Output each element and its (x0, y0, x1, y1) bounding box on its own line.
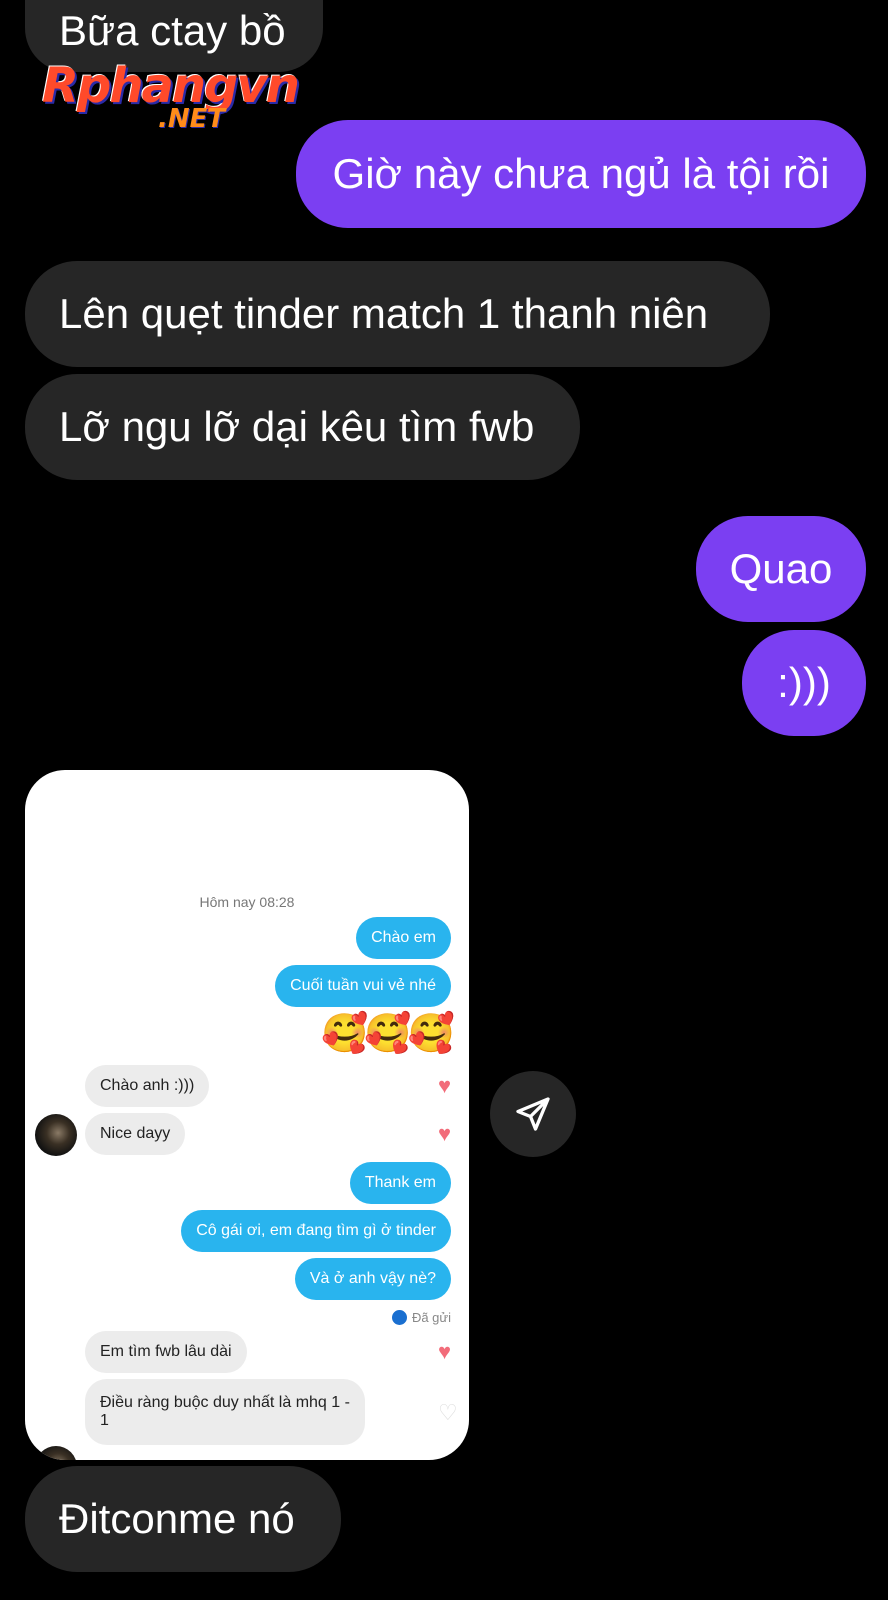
watermark-logo: Rphangvn .NET (42, 58, 300, 134)
sent-message: :))) (742, 630, 866, 736)
avatar (35, 1446, 77, 1460)
received-message: Lỡ ngu lỡ dại kêu tìm fwb (25, 374, 580, 480)
received-message: Đitconme nó (25, 1466, 341, 1572)
sent-message: Quao (696, 516, 866, 622)
heart-icon: ♥ (438, 1073, 452, 1098)
tinder-sent-bubble: Chào em (356, 917, 451, 959)
tinder-received-bubble: Chào anh :))) (85, 1065, 210, 1107)
shared-screenshot[interactable]: Hôm nay 08:28 Chào em Cuối tuần vui vẻ n… (25, 770, 469, 1460)
sent-message: Giờ này chưa ngủ là tội rồi (296, 120, 866, 228)
received-message: Lên quẹt tinder match 1 thanh niên (25, 261, 770, 367)
tinder-sent-bubble: Thank em (349, 1162, 451, 1204)
tinder-sent-bubble: Cuối tuần vui vẻ nhé (275, 965, 451, 1007)
tinder-sent-bubble: Cô gái ơi, em đang tìm gì ở tinder (181, 1210, 451, 1252)
heart-icon: ♥ (438, 1339, 452, 1364)
chat-timestamp: Hôm nay 08:28 (199, 894, 295, 910)
delivery-status: Đã gửi (391, 1310, 451, 1325)
check-icon (391, 1310, 407, 1325)
paper-plane-icon (516, 1097, 550, 1131)
share-button[interactable] (490, 1071, 576, 1157)
tinder-received-bubble: Em tìm fwb lâu dài (85, 1331, 247, 1373)
avatar (35, 1114, 77, 1156)
emoji-row: 🥰🥰🥰 (321, 1013, 455, 1055)
tinder-received-bubble: Nice dayy (85, 1113, 186, 1155)
heart-outline-icon: ♡ (438, 1400, 458, 1425)
heart-icon: ♥ (438, 1121, 452, 1146)
tinder-sent-bubble: Và ở anh vậy nè? (294, 1258, 451, 1300)
tinder-received-bubble: Điều ràng buộc duy nhất là mhq 1 - 1 (85, 1379, 365, 1445)
